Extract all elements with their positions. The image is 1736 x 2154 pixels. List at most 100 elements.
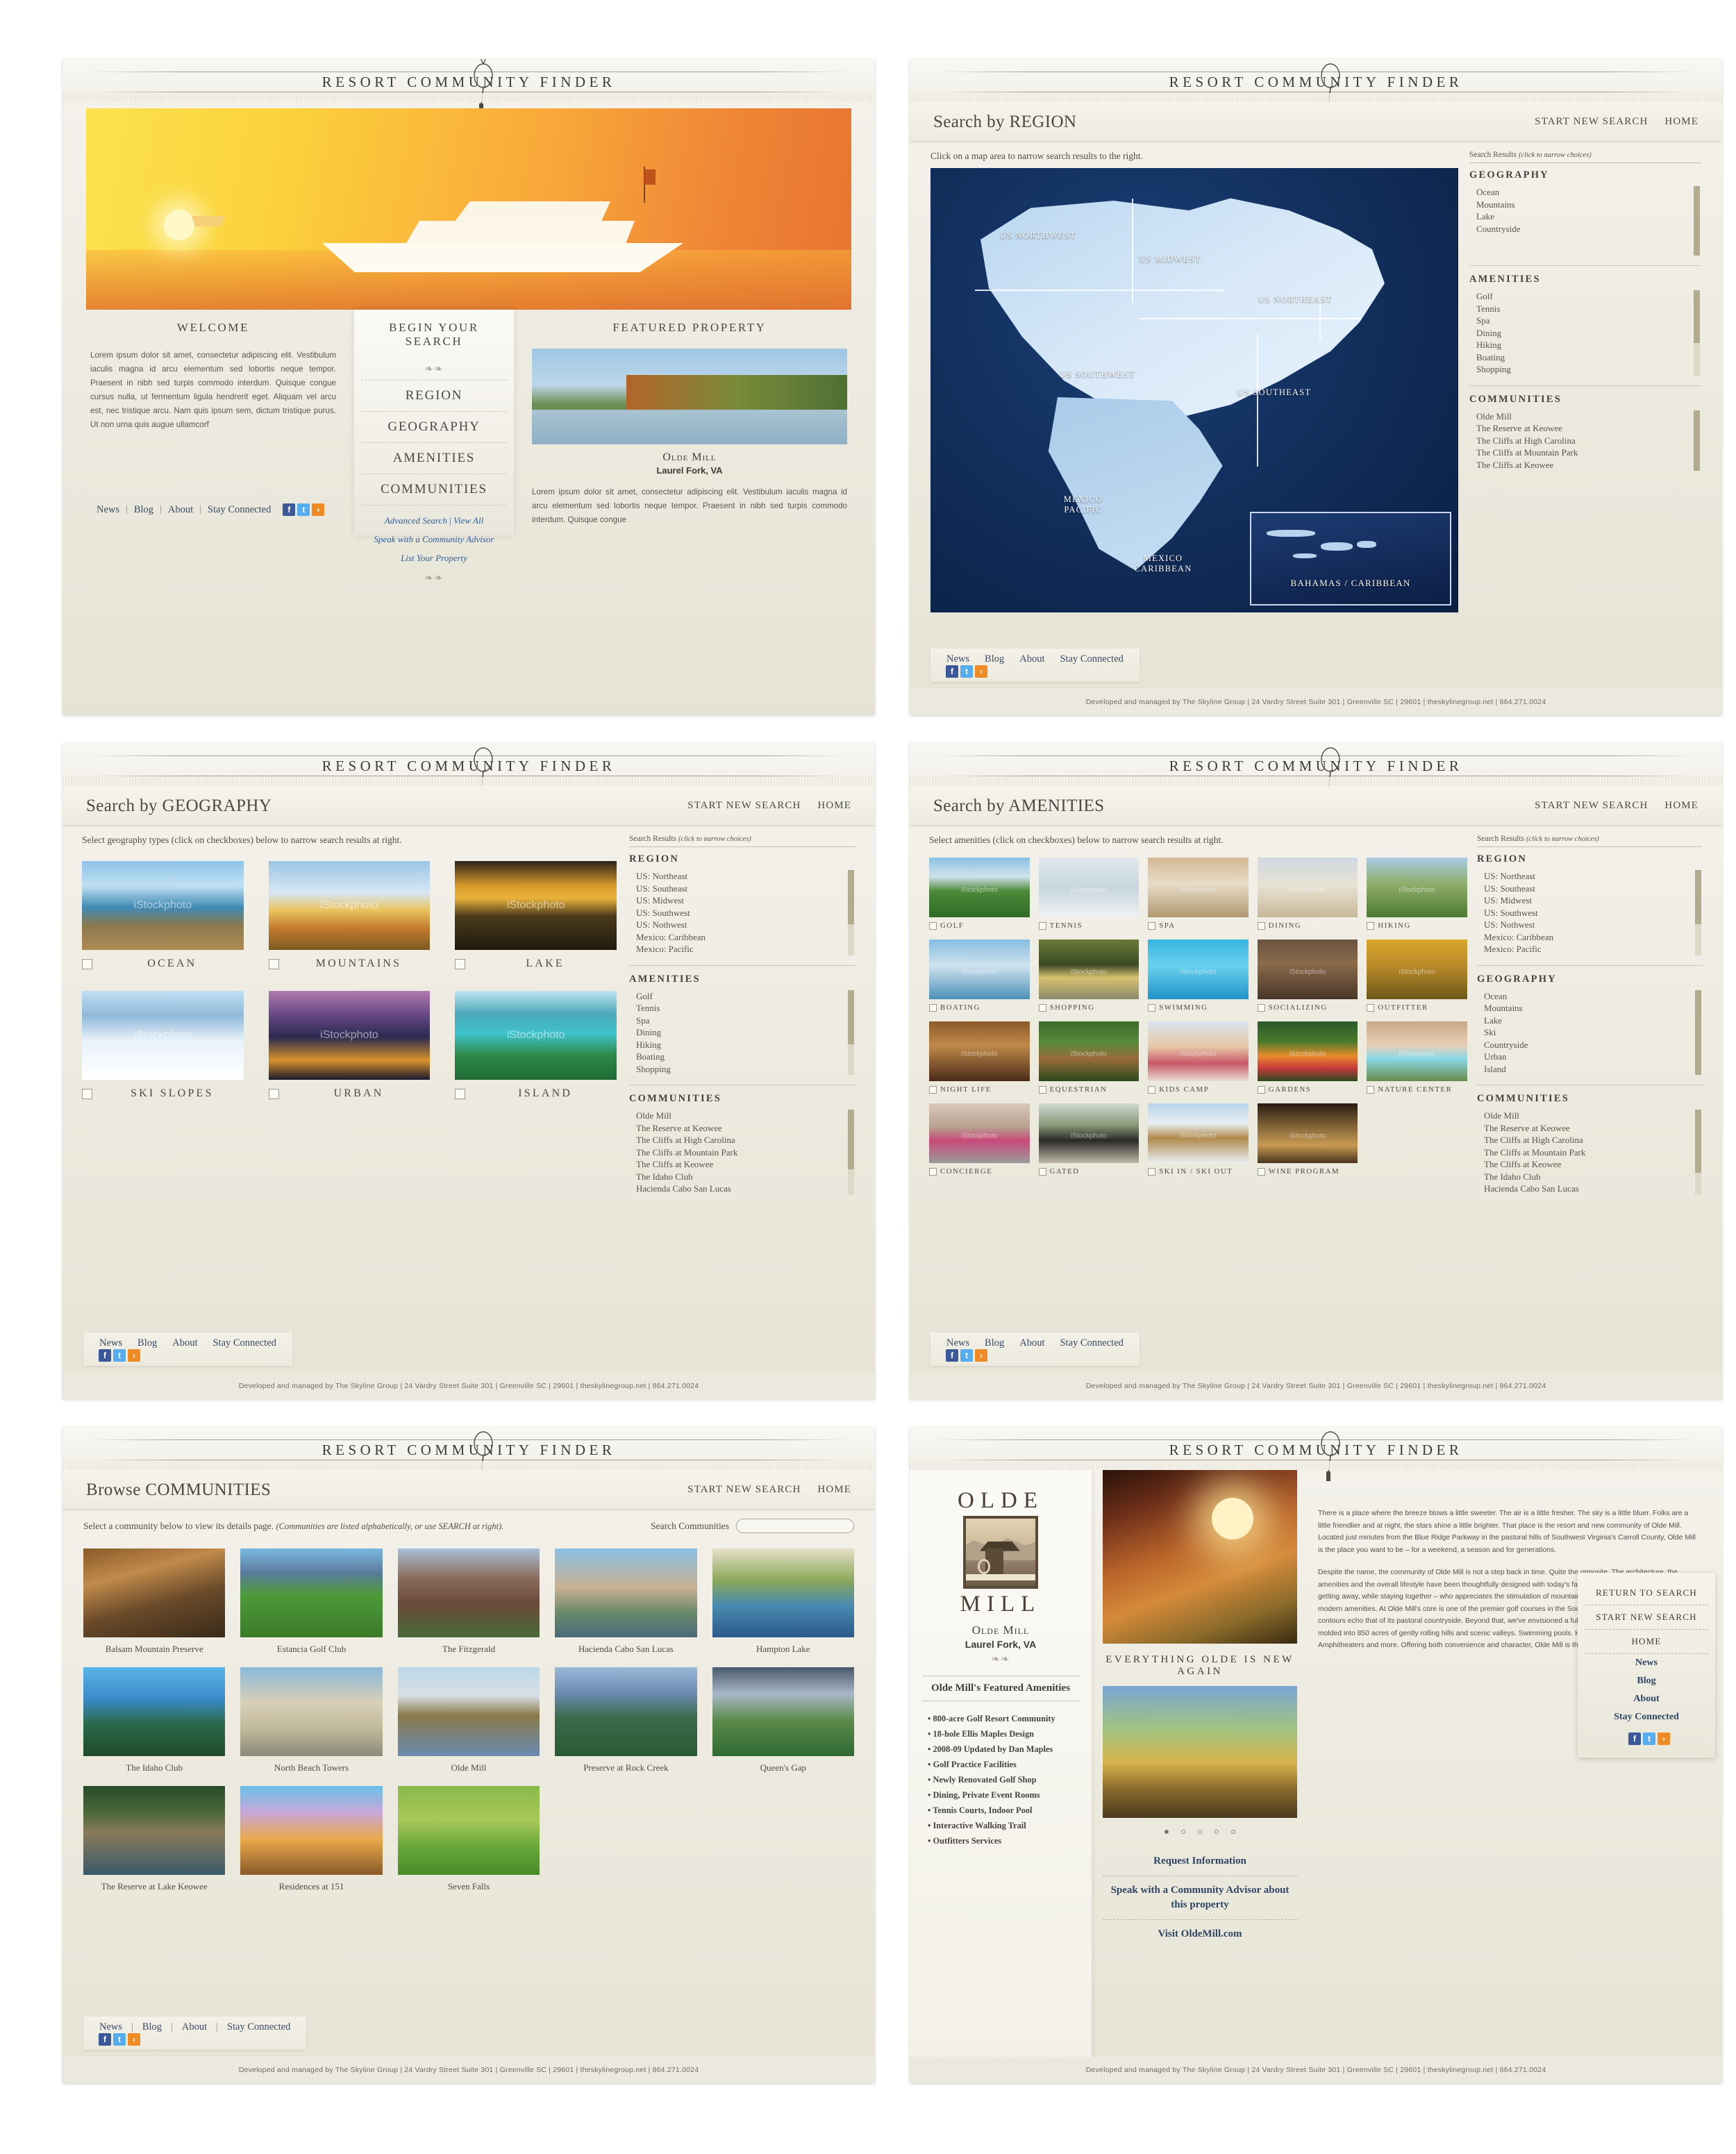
speak-advisor-link[interactable]: Speak with a Community Advisor about thi… xyxy=(1103,1876,1297,1920)
sidebar-scrollbar[interactable] xyxy=(848,870,854,955)
checkbox-tennis[interactable] xyxy=(1038,921,1046,930)
checkbox-gardens[interactable] xyxy=(1257,1085,1265,1094)
map-label-mexico-pacific[interactable]: MEXICO PACIFIC xyxy=(1052,494,1115,515)
list-item[interactable]: Ocean xyxy=(1476,186,1701,199)
list-item[interactable]: Dining xyxy=(1476,327,1701,340)
link-about[interactable]: About xyxy=(1013,1337,1051,1349)
list-item[interactable]: Spa xyxy=(636,1015,856,1027)
list-item[interactable]: Mountains xyxy=(1484,1002,1703,1015)
link-blog[interactable]: Blog xyxy=(131,1337,163,1349)
link-stay-connected[interactable]: Stay Connected xyxy=(1053,653,1129,665)
list-item[interactable]: US: Southeast xyxy=(636,883,856,895)
link-news[interactable]: News xyxy=(940,653,976,665)
detail-carousel-photo[interactable] xyxy=(1103,1686,1297,1818)
list-item[interactable]: Ocean xyxy=(1484,990,1703,1003)
carousel-dot[interactable] xyxy=(1165,1830,1169,1834)
facebook-icon[interactable]: f xyxy=(1628,1733,1641,1745)
map-label-us-northwest[interactable]: US NORTHWEST xyxy=(993,231,1083,241)
link-blog[interactable]: Blog xyxy=(128,504,160,516)
checkbox-boating[interactable] xyxy=(929,1003,937,1012)
carousel-dot[interactable] xyxy=(1215,1830,1219,1834)
amenity-tile-shopping[interactable]: iStockphoto SHOPPING xyxy=(1038,940,1140,1012)
community-card[interactable]: Residences at 151 xyxy=(240,1786,383,1892)
amenity-tile-nature-center[interactable]: iStockphoto NATURE CENTER xyxy=(1367,1021,1467,1094)
rss-icon[interactable]: › xyxy=(1658,1733,1670,1745)
search-menu-geography[interactable]: GEOGRAPHY xyxy=(361,412,507,443)
list-item[interactable]: US: Nothwest xyxy=(1484,919,1703,931)
checkbox-night-life[interactable] xyxy=(929,1085,937,1094)
search-menu-amenities[interactable]: AMENITIES xyxy=(361,443,507,474)
link-stay-connected[interactable]: Stay Connected xyxy=(221,2021,297,2032)
sidebar-scrollbar[interactable] xyxy=(1694,186,1700,256)
list-item[interactable]: Mexico: Caribbean xyxy=(636,931,856,944)
list-item[interactable]: US: Northeast xyxy=(636,870,856,883)
checkbox-kids-camp[interactable] xyxy=(1148,1085,1156,1094)
link-advanced-search[interactable]: Advanced Search xyxy=(385,515,447,526)
link-news[interactable]: News xyxy=(93,1337,128,1349)
sidebar-scrollbar[interactable] xyxy=(1694,290,1700,376)
list-item[interactable]: Shopping xyxy=(636,1063,856,1076)
return-to-search-link[interactable]: RETURN TO SEARCH xyxy=(1585,1581,1708,1605)
rss-icon[interactable]: › xyxy=(312,503,325,516)
checkbox-golf[interactable] xyxy=(929,921,937,930)
sidebar-scrollbar[interactable] xyxy=(1695,1110,1701,1195)
list-item[interactable]: Golf xyxy=(636,990,856,1003)
search-communities-input[interactable] xyxy=(736,1519,854,1533)
home-link[interactable]: HOME xyxy=(1664,800,1699,812)
checkbox-shopping[interactable] xyxy=(1038,1003,1046,1012)
link-list-property[interactable]: List Your Property xyxy=(361,553,507,564)
amenity-tile-gardens[interactable]: iStockphoto GARDENS xyxy=(1257,1021,1358,1094)
amenity-tile-tennis[interactable]: iStockphoto TENNIS xyxy=(1038,858,1140,930)
rss-icon[interactable]: › xyxy=(128,1349,140,1362)
checkbox-ocean[interactable] xyxy=(82,958,92,969)
amenity-tile-hiking[interactable]: iStockphoto HIKING xyxy=(1367,858,1467,930)
map-label-mexico-caribbean[interactable]: MEXICO CARIBBEAN xyxy=(1125,553,1201,574)
map-label-us-southwest[interactable]: US SOUTHWEST xyxy=(1052,369,1142,380)
list-item[interactable]: Olde Mill xyxy=(1484,1110,1703,1122)
rss-icon[interactable]: › xyxy=(128,2033,140,2046)
list-item[interactable]: US: Southwest xyxy=(636,907,856,919)
link-about[interactable]: About xyxy=(162,504,199,516)
amenity-tile-spa[interactable]: iStockphoto SPA xyxy=(1148,858,1249,930)
start-new-search-link[interactable]: START NEW SEARCH xyxy=(687,1484,801,1496)
region-map[interactable]: US NORTHWEST US MIDWEST US NORTHEAST US … xyxy=(930,168,1458,612)
list-item[interactable]: Countryside xyxy=(1484,1039,1703,1051)
amenity-tile-socializing[interactable]: iStockphoto SOCIALIZING xyxy=(1257,940,1358,1012)
link-news[interactable]: News xyxy=(1585,1654,1708,1672)
twitter-icon[interactable]: t xyxy=(1643,1733,1655,1745)
list-item[interactable]: US: Midwest xyxy=(1484,894,1703,907)
sidebar-scrollbar[interactable] xyxy=(1694,410,1700,471)
link-about[interactable]: About xyxy=(1013,653,1051,665)
list-item[interactable]: Urban xyxy=(1484,1051,1703,1063)
request-information-link[interactable]: Request Information xyxy=(1103,1847,1297,1876)
community-card[interactable]: The Fitzgerald xyxy=(397,1548,540,1655)
list-item[interactable]: The Cliffs at Keowee xyxy=(636,1158,856,1171)
community-card[interactable]: Preserve at Rock Creek xyxy=(555,1667,697,1773)
list-item[interactable]: Mountains xyxy=(1476,199,1701,211)
checkbox-urban[interactable] xyxy=(268,1088,279,1099)
list-item[interactable]: Island xyxy=(1484,1063,1703,1076)
amenity-tile-gated[interactable]: iStockphoto GATED xyxy=(1038,1103,1140,1176)
link-stay-connected[interactable]: Stay Connected xyxy=(1585,1708,1708,1726)
list-item[interactable]: The Reserve at Keowee xyxy=(636,1122,856,1135)
list-item[interactable]: The Reserve at Keowee xyxy=(1484,1122,1703,1135)
list-item[interactable]: US: Southwest xyxy=(1484,907,1703,919)
link-about[interactable]: About xyxy=(176,2021,213,2032)
twitter-icon[interactable]: t xyxy=(113,2033,126,2046)
start-new-search-link[interactable]: START NEW SEARCH xyxy=(687,800,801,812)
carousel-dots[interactable] xyxy=(1103,1825,1297,1837)
amenity-tile-outfitter[interactable]: iStockphoto OUTFITTER xyxy=(1367,940,1467,1012)
amenity-tile-ski-in-ski-out[interactable]: iStockphoto SKI IN / SKI OUT xyxy=(1148,1103,1249,1176)
list-item[interactable]: The Idaho Club xyxy=(1484,1171,1703,1183)
link-blog[interactable]: Blog xyxy=(978,1337,1010,1349)
geography-tile-island[interactable]: iStockphoto ISLAND xyxy=(455,991,617,1100)
carousel-dot[interactable] xyxy=(1181,1830,1185,1834)
checkbox-ski-in-ski-out[interactable] xyxy=(1148,1167,1156,1176)
list-item[interactable]: The Cliffs at Mountain Park xyxy=(1484,1146,1703,1159)
list-item[interactable]: The Reserve at Keowee xyxy=(1476,422,1701,435)
map-inset-bahamas[interactable]: BAHAMAS / CARIBBEAN xyxy=(1250,512,1451,606)
rss-icon[interactable]: › xyxy=(975,665,987,678)
community-card[interactable]: Balsam Mountain Preserve xyxy=(83,1548,226,1655)
link-blog[interactable]: Blog xyxy=(978,653,1010,665)
list-item[interactable]: The Idaho Club xyxy=(636,1171,856,1183)
